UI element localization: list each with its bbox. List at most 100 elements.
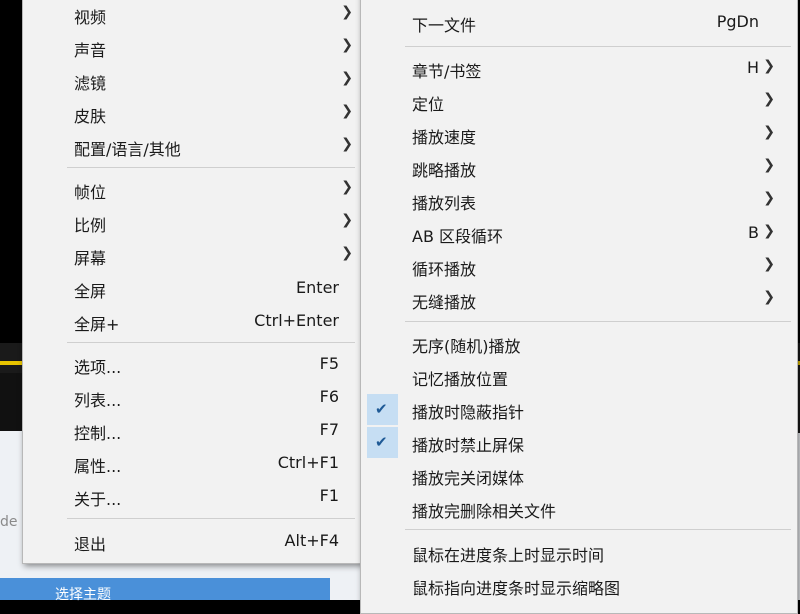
- menu-separator: [405, 529, 791, 530]
- menu-item-shortcut: F6: [319, 387, 339, 406]
- menu-item-chapters-bookmarks[interactable]: 章节/书签 H ❯: [361, 52, 797, 85]
- menu-item-screen[interactable]: 屏幕 ❯: [23, 239, 361, 272]
- menu-item-control[interactable]: 控制... F7: [23, 414, 361, 447]
- context-menu-main: 视频 ❯ 声音 ❯ 滤镜 ❯ 皮肤 ❯ 配置/语言/其他 ❯ 帧位 ❯ 比例 ❯…: [22, 0, 362, 564]
- menu-item-fullscreen-plus[interactable]: 全屏+ Ctrl+Enter: [23, 305, 361, 338]
- menu-item-label: 跳略播放: [412, 161, 477, 180]
- chevron-right-icon: ❯: [763, 223, 775, 239]
- menu-item-label: 关于...: [74, 490, 122, 509]
- menu-item-config-language-other[interactable]: 配置/语言/其他 ❯: [23, 130, 361, 163]
- chevron-right-icon: ❯: [763, 58, 775, 74]
- theme-select-bar[interactable]: 选择主题: [0, 578, 330, 603]
- chevron-right-icon: ❯: [341, 179, 353, 195]
- chevron-right-icon: ❯: [341, 212, 353, 228]
- menu-item-filters[interactable]: 滤镜 ❯: [23, 64, 361, 97]
- chevron-right-icon: ❯: [763, 91, 775, 107]
- menu-item-label: 视频: [74, 8, 107, 27]
- menu-item-seamless-play[interactable]: 无缝播放 ❯: [361, 283, 797, 316]
- menu-item-shuffle-play[interactable]: 无序(随机)播放: [361, 327, 797, 360]
- menu-item-label: 属性...: [74, 457, 122, 476]
- menu-separator: [405, 321, 791, 322]
- menu-item-label: 定位: [412, 95, 445, 114]
- menu-item-label: 无缝播放: [412, 293, 477, 312]
- background-text-fragment: de: [0, 514, 18, 530]
- menu-item-shortcut: Enter: [296, 278, 339, 297]
- menu-item-label: 声音: [74, 41, 107, 60]
- menu-item-delete-after-play[interactable]: 播放完删除相关文件: [361, 492, 797, 525]
- menu-item-shortcut: B: [748, 223, 759, 242]
- menu-item-frame[interactable]: 帧位 ❯: [23, 173, 361, 206]
- menu-item-properties[interactable]: 属性... Ctrl+F1: [23, 447, 361, 480]
- menu-item-label: 下一文件: [412, 16, 477, 35]
- menu-item-label: 播放完删除相关文件: [412, 502, 557, 521]
- menu-item-about[interactable]: 关于... F1: [23, 480, 361, 513]
- chevron-right-icon: ❯: [341, 136, 353, 152]
- menu-item-close-after-play[interactable]: 播放完关闭媒体: [361, 459, 797, 492]
- menu-item-seek[interactable]: 定位 ❯: [361, 85, 797, 118]
- menu-item-playlist[interactable]: 列表... F6: [23, 381, 361, 414]
- menu-item-loop-play[interactable]: 循环播放 ❯: [361, 250, 797, 283]
- menu-item-video[interactable]: 视频 ❯: [23, 0, 361, 31]
- menu-item-aspect-ratio[interactable]: 比例 ❯: [23, 206, 361, 239]
- chevron-right-icon: ❯: [341, 103, 353, 119]
- menu-item-ab-loop[interactable]: AB 区段循环 B ❯: [361, 217, 797, 250]
- menu-item-label: 配置/语言/其他: [74, 140, 181, 159]
- menu-item-label: 鼠标指向进度条时显示缩略图: [412, 579, 621, 598]
- chevron-right-icon: ❯: [763, 124, 775, 140]
- menu-item-label: 全屏: [74, 282, 107, 301]
- menu-item-options[interactable]: 选项... F5: [23, 348, 361, 381]
- check-icon: ✔: [375, 400, 388, 418]
- menu-item-label: 退出: [74, 535, 107, 554]
- menu-item-playlist-sub[interactable]: 播放列表 ❯: [361, 184, 797, 217]
- menu-item-label: 控制...: [74, 424, 122, 443]
- menu-item-label: 无序(随机)播放: [412, 337, 521, 356]
- menu-item-label: 列表...: [74, 391, 122, 410]
- menu-item-label: 记忆播放位置: [412, 370, 509, 389]
- theme-select-label: 选择主题: [55, 587, 111, 603]
- chevron-right-icon: ❯: [341, 4, 353, 20]
- chevron-right-icon: ❯: [763, 157, 775, 173]
- menu-item-shortcut: Alt+F4: [284, 531, 339, 550]
- menu-item-skin[interactable]: 皮肤 ❯: [23, 97, 361, 130]
- menu-item-shortcut: F7: [319, 420, 339, 439]
- menu-separator: [67, 167, 355, 168]
- menu-item-shortcut: Ctrl+Enter: [254, 311, 339, 330]
- chevron-right-icon: ❯: [341, 70, 353, 86]
- menu-item-fullscreen[interactable]: 全屏 Enter: [23, 272, 361, 305]
- menu-item-label: 帧位: [74, 183, 107, 202]
- menu-item-shortcut: H: [746, 58, 759, 77]
- menu-item-show-thumbnail-on-seekbar[interactable]: 鼠标指向进度条时显示缩略图: [361, 569, 797, 602]
- chevron-right-icon: ❯: [763, 190, 775, 206]
- menu-item-label: 章节/书签: [412, 62, 482, 81]
- menu-item-shortcut: F5: [319, 354, 339, 373]
- context-submenu-playback: 下一文件 PgDn 章节/书签 H ❯ 定位 ❯ 播放速度 ❯ 跳略播放 ❯ 播…: [360, 0, 798, 614]
- progress-indicator: [0, 361, 22, 365]
- menu-item-label: 皮肤: [74, 107, 107, 126]
- menu-item-show-time-on-seekbar[interactable]: 鼠标在进度条上时显示时间: [361, 536, 797, 569]
- menu-item-skip-play[interactable]: 跳略播放 ❯: [361, 151, 797, 184]
- menu-item-exit[interactable]: 退出 Alt+F4: [23, 525, 361, 558]
- menu-item-hide-cursor-on-play[interactable]: ✔ 播放时隐蔽指针: [361, 393, 797, 426]
- menu-item-label: 滤镜: [74, 74, 107, 93]
- menu-item-audio[interactable]: 声音 ❯: [23, 31, 361, 64]
- menu-item-label: 播放完关闭媒体: [412, 469, 525, 488]
- menu-item-label: 比例: [74, 216, 107, 235]
- chevron-right-icon: ❯: [763, 289, 775, 305]
- menu-item-remember-position[interactable]: 记忆播放位置: [361, 360, 797, 393]
- menu-item-label: 播放列表: [412, 194, 477, 213]
- menu-item-playback-speed[interactable]: 播放速度 ❯: [361, 118, 797, 151]
- menu-item-next-file[interactable]: 下一文件 PgDn: [361, 6, 797, 39]
- menu-separator: [67, 518, 355, 519]
- menu-item-label: 全屏+: [74, 315, 120, 334]
- menu-separator: [405, 46, 791, 47]
- menu-item-label: 播放速度: [412, 128, 477, 147]
- menu-item-disable-screensaver[interactable]: ✔ 播放时禁止屏保: [361, 426, 797, 459]
- menu-item-label: 选项...: [74, 358, 122, 377]
- menu-item-label: 循环播放: [412, 260, 477, 279]
- chevron-right-icon: ❯: [763, 256, 775, 272]
- menu-item-label: 屏幕: [74, 249, 107, 268]
- menu-separator: [67, 342, 355, 343]
- menu-item-shortcut: Ctrl+F1: [277, 453, 339, 472]
- menu-item-shortcut: F1: [319, 486, 339, 505]
- chevron-right-icon: ❯: [341, 37, 353, 53]
